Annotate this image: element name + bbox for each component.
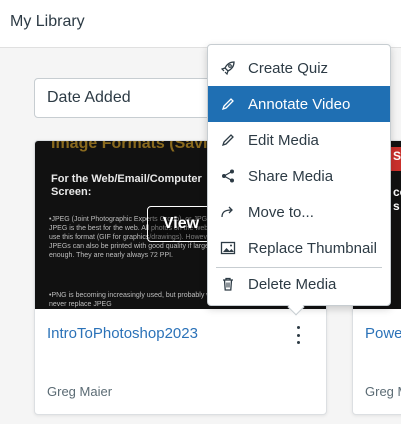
thumbnail-subheading: For the Web/Email/Computer Screen:	[51, 173, 202, 198]
pencil-icon	[208, 96, 248, 112]
move-arrow-icon	[208, 204, 248, 220]
share-icon	[208, 168, 248, 184]
thumbnail-bullet: •PNG is becoming increasingly used, but …	[49, 292, 217, 308]
image-icon	[208, 240, 248, 256]
thumbnail-text: Sa	[393, 149, 401, 163]
media-author: Greg M	[365, 384, 401, 399]
menu-item-label: Create Quiz	[248, 59, 329, 77]
pencil-icon	[208, 132, 248, 148]
sort-select[interactable]: Date Added	[34, 78, 234, 118]
menu-item-replace-thumbnail[interactable]: Replace Thumbnail	[208, 230, 390, 266]
page-title: My Library	[10, 13, 85, 30]
media-actions-menu: Create Quiz Annotate Video Edit Media Sh…	[207, 44, 391, 316]
trash-icon	[208, 276, 248, 292]
media-author: Greg Maier	[47, 384, 113, 399]
media-title-link[interactable]: IntroToPhotoshop2023	[47, 325, 198, 342]
menu-item-share-media[interactable]: Share Media	[208, 158, 390, 194]
menu-item-annotate-video[interactable]: Annotate Video	[208, 86, 390, 122]
menu-item-edit-media[interactable]: Edit Media	[208, 122, 390, 158]
kebab-menu-icon[interactable]	[289, 323, 307, 347]
menu-item-label: Delete Media	[248, 275, 337, 293]
view-button[interactable]: View	[147, 206, 215, 242]
rocket-icon	[208, 60, 248, 76]
thumbnail-heading: Image Formats (Saving)	[51, 141, 233, 152]
menu-item-create-quiz[interactable]: Create Quiz	[208, 50, 390, 86]
menu-item-label: Edit Media	[248, 131, 319, 149]
menu-item-move-to[interactable]: Move to...	[208, 194, 390, 230]
media-title-link[interactable]: Powe	[365, 325, 401, 342]
menu-item-delete-media[interactable]: Delete Media	[208, 266, 390, 302]
menu-item-label: Share Media	[248, 167, 334, 185]
header-bar: My Library	[0, 0, 401, 48]
thumbnail-text: co s	[393, 185, 401, 213]
sort-select-value: Date Added	[47, 89, 131, 106]
menu-item-label: Move to...	[248, 203, 314, 221]
menu-item-label: Replace Thumbnail	[248, 239, 377, 257]
menu-item-label: Annotate Video	[248, 95, 351, 113]
